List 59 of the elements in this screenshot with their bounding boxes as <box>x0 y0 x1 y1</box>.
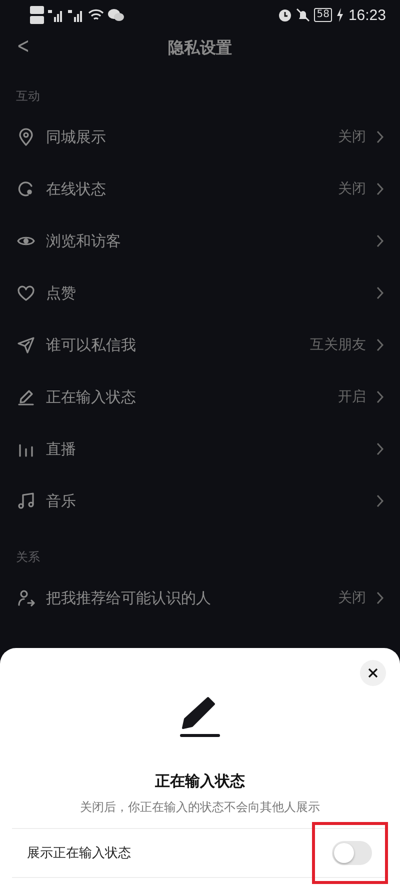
chevron-icon <box>376 591 384 605</box>
location-pin-icon <box>16 127 36 147</box>
section-title: 关系 <box>15 549 41 566</box>
toggle-switch[interactable] <box>332 841 372 865</box>
back-button[interactable]: < <box>14 34 32 59</box>
paper-plane-icon <box>16 335 36 355</box>
chevron-icon <box>376 494 384 508</box>
chevron-icon <box>376 442 384 456</box>
settings-row[interactable]: 音乐 <box>0 475 400 527</box>
row-label: 点赞 <box>46 284 77 302</box>
settings-row[interactable]: 在线状态 关闭 <box>0 163 400 215</box>
row-value: 关闭 <box>338 589 366 607</box>
chevron-icon <box>376 182 384 196</box>
signal-icon <box>48 8 64 22</box>
alarm-clock-icon <box>278 8 292 22</box>
person-share-icon <box>16 588 36 608</box>
close-icon <box>368 668 378 678</box>
chat-bubbles-icon <box>108 8 124 22</box>
signal-icon <box>68 8 84 22</box>
row-label: 同城展示 <box>46 128 107 146</box>
close-button[interactable] <box>360 660 386 686</box>
sheet-title: 正在输入状态 <box>155 772 245 791</box>
heart-icon <box>16 283 36 303</box>
settings-row[interactable]: 同城展示 关闭 <box>0 111 400 163</box>
settings-row[interactable]: 直播 <box>0 423 400 475</box>
settings-row[interactable]: 正在输入状态 开启 <box>0 371 400 423</box>
row-label: 浏览和访客 <box>46 232 122 250</box>
settings-row[interactable]: 谁可以私信我 互关朋友 <box>0 319 400 371</box>
pencil-icon <box>178 694 222 738</box>
sim-card-icon <box>30 5 44 25</box>
chevron-icon <box>376 286 384 300</box>
charging-bolt-icon <box>336 8 344 22</box>
row-label: 音乐 <box>46 492 77 510</box>
section-title: 互动 <box>15 88 41 105</box>
row-value: 关闭 <box>338 180 366 198</box>
battery-level: 58 <box>314 8 332 22</box>
row-label: 谁可以私信我 <box>46 336 137 354</box>
settings-row[interactable]: 浏览和访客 <box>0 215 400 267</box>
bell-muted-icon <box>296 8 310 22</box>
row-label: 把我推荐给可能认识的人 <box>46 588 212 608</box>
row-value: 关闭 <box>338 128 366 146</box>
chevron-icon <box>376 390 384 404</box>
chevron-icon <box>376 130 384 144</box>
chevron-icon <box>376 234 384 248</box>
row-value: 互关朋友 <box>310 336 366 354</box>
row-label: 正在输入状态 <box>46 388 137 406</box>
row-label: 在线状态 <box>46 180 107 198</box>
pencil-icon <box>16 387 36 407</box>
row-value: 开启 <box>338 388 366 406</box>
page-title: 隐私设置 <box>168 38 232 58</box>
settings-row[interactable]: 把我推荐给可能认识的人 关闭 <box>0 572 400 624</box>
settings-row[interactable]: 点赞 <box>0 267 400 319</box>
row-label: 直播 <box>46 440 77 458</box>
option-label: 展示正在输入状态 <box>27 845 131 862</box>
wifi-icon <box>88 8 104 22</box>
sheet-description: 关闭后，你正在输入的状态不会向其他人展示 <box>80 799 320 816</box>
chevron-icon <box>376 338 384 352</box>
status-time: 16:23 <box>348 6 386 24</box>
music-note-icon <box>16 491 36 511</box>
